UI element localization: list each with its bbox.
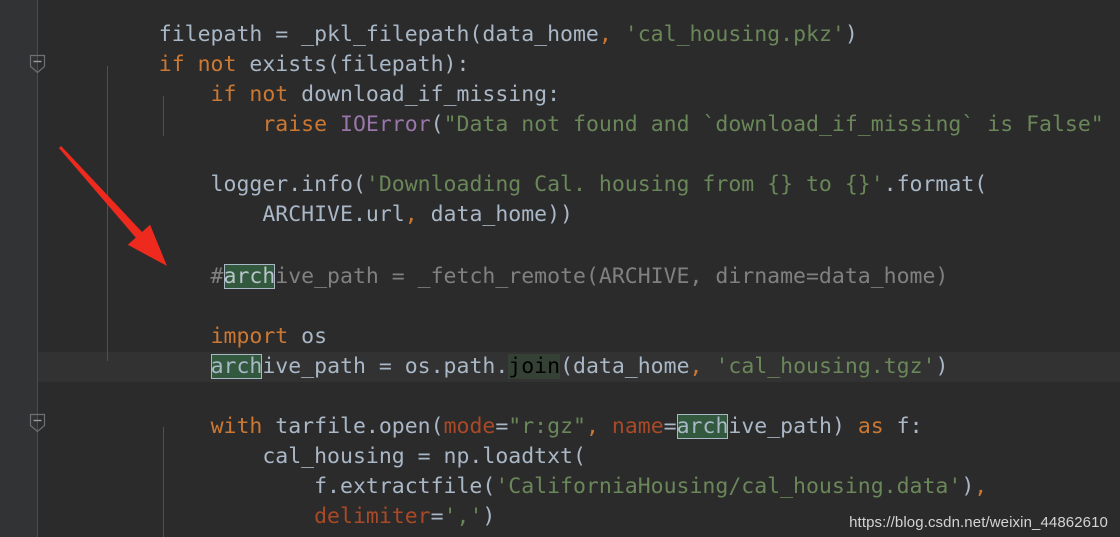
watermark-url: https://blog.csdn.net/weixin_44862610	[849, 514, 1108, 531]
code-token: ,	[974, 474, 988, 499]
code-token: data_home))	[417, 202, 574, 227]
code-token: )	[844, 22, 858, 47]
code-line[interactable]: f.extractfile('CaliforniaHousing/cal_hou…	[107, 472, 987, 502]
code-token: #	[107, 264, 224, 289]
code-token: f.extractfile(	[107, 474, 496, 499]
code-token: as	[857, 414, 884, 439]
code-token: ','	[443, 504, 483, 529]
code-token: delimiter	[314, 504, 431, 529]
code-line[interactable]: logger.info('Downloading Cal. housing fr…	[107, 170, 988, 200]
code-token: =	[495, 414, 509, 439]
code-line[interactable]: if not download_if_missing:	[107, 80, 561, 110]
code-token: cal_housing = np.loadtxt(	[107, 444, 586, 469]
code-token: import	[210, 324, 289, 349]
code-editor[interactable]: filepath = _pkl_filepath(data_home, 'cal…	[0, 0, 1120, 537]
search-match-highlight[interactable]: join	[508, 354, 561, 379]
code-token: 'cal_housing.pkz'	[624, 22, 845, 47]
code-token: ,	[689, 354, 703, 379]
code-token: "r:gz"	[508, 414, 586, 439]
code-line[interactable]: import os	[107, 322, 328, 352]
code-token: 'cal_housing.tgz'	[715, 354, 936, 379]
code-line[interactable]: raise IOError("Data not found and `downl…	[107, 110, 1104, 140]
code-line[interactable]: #archive_path = _fetch_remote(ARCHIVE, d…	[107, 262, 948, 292]
code-line[interactable]: ARCHIVE.url, data_home))	[107, 200, 573, 230]
code-token: ive_path = os.path.	[262, 354, 509, 379]
code-token: filepath = _pkl_filepath(data_home	[107, 22, 599, 47]
code-token: raise	[262, 112, 328, 137]
code-token: "Data not found and `download_if_missing…	[443, 112, 1104, 137]
code-token: logger.info(	[107, 172, 366, 197]
code-line[interactable]: with tarfile.open(mode="r:gz", name=arch…	[107, 412, 923, 442]
code-token: exists(filepath):	[236, 52, 470, 77]
code-token: .format(	[883, 172, 988, 197]
code-token: if not	[158, 52, 237, 77]
search-match-highlight[interactable]: arch	[210, 354, 263, 379]
code-token: ,	[598, 22, 612, 47]
code-token: ARCHIVE.url	[107, 202, 405, 227]
code-token: with	[210, 414, 263, 439]
code-token: (data_home	[560, 354, 690, 379]
code-token: 'Downloading Cal. housing from {} to {}'	[365, 172, 884, 197]
code-token: if not	[210, 82, 289, 107]
code-token: name	[611, 414, 664, 439]
code-token: IOError	[340, 112, 431, 137]
code-token: ,	[585, 414, 599, 439]
code-token: ive_path)	[728, 414, 858, 439]
code-token: ive_path = _fetch_remote(ARCHIVE, dirnam…	[275, 264, 949, 289]
search-match-highlight[interactable]: arch	[223, 264, 276, 289]
code-line[interactable]: if not exists(filepath):	[107, 50, 470, 80]
search-match-highlight[interactable]: arch	[676, 414, 729, 439]
code-token: (	[430, 112, 444, 137]
code-token: os	[288, 324, 328, 349]
code-line[interactable]: delimiter=',')	[107, 502, 495, 532]
code-token: mode	[443, 414, 496, 439]
code-line[interactable]: cal_housing = np.loadtxt(	[107, 442, 586, 472]
code-token: f:	[883, 414, 923, 439]
code-line[interactable]: archive_path = os.path.join(data_home, '…	[107, 352, 948, 382]
code-token: =	[430, 504, 444, 529]
code-token: =	[663, 414, 677, 439]
code-token: )	[482, 504, 496, 529]
code-token: tarfile.open(	[262, 414, 444, 439]
code-line[interactable]: filepath = _pkl_filepath(data_home, 'cal…	[107, 20, 858, 50]
code-token: 'CaliforniaHousing/cal_housing.data'	[495, 474, 962, 499]
code-token: )	[935, 354, 949, 379]
code-token: ,	[404, 202, 418, 227]
code-token: )	[961, 474, 975, 499]
code-text-area[interactable]: filepath = _pkl_filepath(data_home, 'cal…	[0, 0, 1120, 537]
code-token: download_if_missing:	[288, 82, 561, 107]
